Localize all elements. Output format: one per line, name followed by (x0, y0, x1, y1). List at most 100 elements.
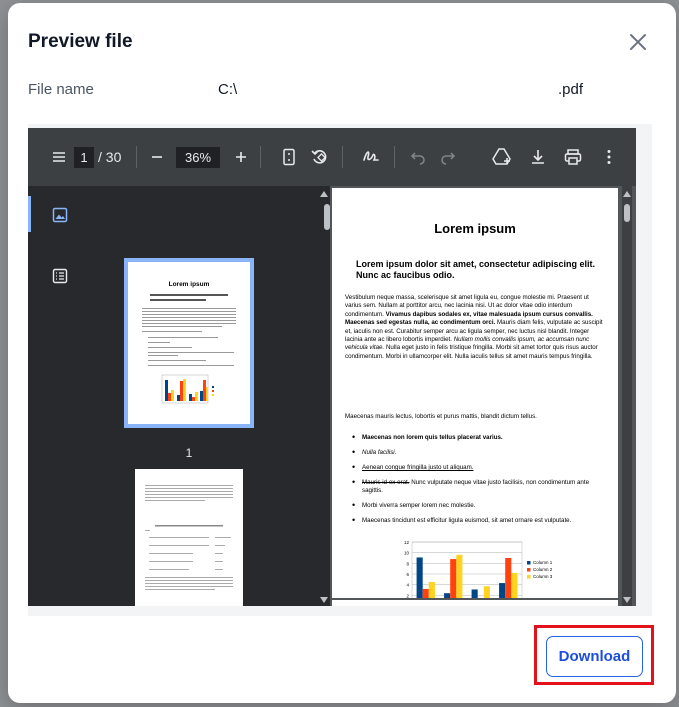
undo-icon (410, 152, 425, 165)
document-scrollbar[interactable] (622, 186, 632, 606)
list-item-text: Aenean congue fringilla justo ut aliquam… (362, 464, 474, 471)
scroll-up-arrow-icon[interactable] (319, 190, 329, 198)
scroll-down-arrow-icon[interactable] (319, 596, 329, 604)
sidebar-active-indicator (28, 196, 31, 232)
list-item-text: Morbi viverra semper lorem nec molestie. (362, 502, 476, 509)
document-scroll-thumb[interactable] (624, 204, 630, 222)
close-icon (630, 34, 646, 50)
next-page-edge (332, 600, 618, 606)
pdf-viewer: 1 / 30 36% Lorem ipsum 1 Lorem ipsum Lor… (28, 128, 636, 606)
toolbar-divider (136, 146, 137, 168)
thumbnails-view-button[interactable] (52, 207, 70, 225)
rotate-icon (311, 150, 327, 164)
download-icon (532, 150, 544, 164)
chart-legend-label: Column 3 (533, 574, 553, 579)
chart-bar (416, 557, 423, 598)
zoom-out-button[interactable] (150, 147, 164, 167)
list-item: Maecenas non lorem quis tellus placerat … (352, 433, 610, 442)
toolbar-divider (342, 146, 343, 168)
chart-y-tick-label: 10 (404, 551, 410, 556)
thumbnail-page-2-image (145, 485, 233, 590)
list-item: Morbi viverra semper lorem nec molestie. (352, 501, 610, 510)
thumbnail-sidebar: Lorem ipsum 1 (28, 186, 322, 606)
bar-chart: 024681012Row 1Row 2Row 3Row 4Column 1Col… (404, 540, 553, 598)
undo-button[interactable] (410, 147, 426, 167)
document-bullet-list: Maecenas non lorem quis tellus placerat … (352, 433, 610, 532)
list-item: Maecenas tincidunt est efficitur ligula … (352, 516, 610, 525)
annotate-button[interactable] (362, 147, 380, 167)
more-vert-icon (607, 150, 611, 164)
document-paragraph-2: Maecenas mauris lectus, lobortis et puru… (345, 413, 537, 420)
image-icon (52, 207, 68, 223)
zoom-input[interactable]: 36% (176, 147, 220, 168)
chart-y-tick-label: 6 (406, 572, 409, 577)
chart-bar (505, 558, 512, 598)
document-subtitle: Lorem ipsum dolor sit amet, consectetur … (356, 259, 596, 280)
chart-y-tick-label: 8 (406, 561, 409, 566)
list-icon (52, 268, 68, 284)
chart-bar (444, 593, 451, 598)
pdf-toolbar: 1 / 30 36% (28, 128, 636, 186)
print-icon (564, 149, 582, 165)
dialog-title: Preview file (28, 31, 133, 52)
chart-legend-label: Column 1 (533, 560, 553, 565)
outline-view-button[interactable] (52, 268, 70, 286)
plus-icon (236, 152, 246, 162)
list-item: Aenean congue fringilla justo ut aliquam… (352, 463, 610, 472)
menu-icon (53, 152, 65, 162)
drive-add-icon (492, 148, 511, 165)
more-options-button[interactable] (606, 147, 612, 167)
chart-legend-swatch (527, 568, 531, 572)
list-item-text: Maecenas tincidunt est efficitur ligula … (362, 517, 572, 524)
thumbnail-number: 1 (185, 446, 193, 460)
file-name-value: C:\ (218, 81, 238, 98)
scroll-down-arrow-icon[interactable] (622, 596, 632, 604)
chart-bar (428, 582, 435, 598)
close-button[interactable] (627, 31, 649, 53)
toolbar-divider (260, 146, 261, 168)
scroll-up-arrow-icon[interactable] (622, 190, 632, 198)
file-name-label: File name (28, 81, 94, 98)
thumbnail-page-1-image: Lorem ipsum (142, 281, 236, 404)
chart-bar (471, 589, 478, 598)
add-to-drive-button[interactable] (492, 147, 512, 167)
chart-bar (456, 554, 463, 598)
svg-text:Lorem ipsum: Lorem ipsum (169, 281, 210, 288)
menu-button[interactable] (52, 147, 66, 167)
list-item: Mauris id ex erat. Nunc vulputate neque … (352, 478, 610, 495)
list-item-text: Maecenas non lorem quis tellus placerat … (362, 434, 503, 441)
chart-y-tick-label: 4 (406, 583, 409, 588)
page-thumbnail-1[interactable]: Lorem ipsum (128, 262, 250, 424)
redo-button[interactable] (440, 147, 456, 167)
chart-legend-label: Column 2 (533, 567, 553, 572)
list-item-text: Nulla facilisi. (362, 449, 397, 456)
page-total: / 30 (98, 149, 122, 165)
chart-bar (483, 586, 490, 598)
print-button[interactable] (564, 147, 582, 167)
fit-page-icon (283, 148, 295, 166)
fit-page-button[interactable] (282, 147, 296, 167)
minus-icon (152, 156, 162, 158)
toolbar-divider (394, 146, 395, 168)
chart-bar (422, 588, 429, 598)
chart-bar (499, 583, 506, 598)
chart-y-tick-label: 12 (404, 540, 410, 545)
document-page-1: Lorem ipsum Lorem ipsum dolor sit amet, … (332, 188, 618, 598)
document-title: Lorem ipsum (434, 221, 516, 236)
chart-legend-swatch (527, 575, 531, 579)
download-pdf-button[interactable] (530, 147, 546, 167)
page-number-input[interactable]: 1 (74, 147, 94, 168)
chart-legend-swatch (527, 561, 531, 565)
redo-icon (441, 152, 456, 165)
rotate-button[interactable] (310, 147, 330, 167)
document-paragraph-1: Vestibulum neque massa, scelerisque sit … (345, 294, 607, 361)
pen-icon (363, 151, 379, 161)
file-extension: .pdf (558, 81, 584, 98)
zoom-in-button[interactable] (234, 147, 248, 167)
list-item: Nulla facilisi. (352, 448, 610, 457)
page-thumbnail-2[interactable] (135, 469, 243, 606)
chart-bar (450, 559, 457, 598)
download-button[interactable]: Download (546, 636, 643, 677)
chart-bar (511, 572, 518, 598)
chart-y-tick-label: 2 (406, 593, 409, 598)
